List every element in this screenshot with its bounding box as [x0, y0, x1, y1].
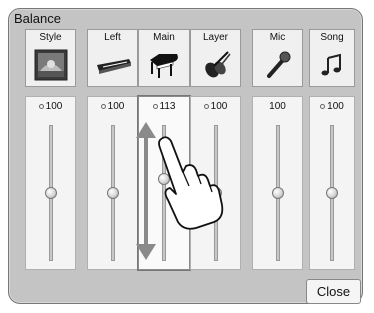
fader-strip-mic[interactable]: 100 [252, 96, 303, 270]
fader-value: 100 [107, 101, 125, 112]
default-indicator-dot [152, 104, 158, 109]
fader-value: 113 [159, 101, 176, 112]
default-indicator-dot [100, 104, 106, 109]
fader-track[interactable] [162, 125, 166, 261]
fader-knob[interactable] [44, 187, 57, 199]
default-indicator-dot [320, 104, 326, 109]
channel-label: Main [153, 32, 175, 43]
default-indicator-dot [38, 104, 44, 109]
microphone-icon [260, 48, 296, 82]
channel-label: Mic [269, 32, 286, 43]
channel-label: Song [320, 32, 344, 43]
channel-header-song[interactable]: Song [309, 29, 355, 87]
channel-label: Layer [202, 32, 228, 43]
channel-header-main[interactable]: Main [138, 29, 190, 87]
fader-value: 100 [45, 101, 63, 112]
fader-value: 100 [210, 101, 228, 112]
strings-icon [198, 48, 234, 82]
channel-header-row: Style Left Main Layer Mic Song [0, 29, 374, 87]
fader-knob[interactable] [106, 187, 119, 199]
fader-value: 100 [269, 101, 286, 112]
channel-label: Left [104, 32, 121, 43]
fader-knob[interactable] [326, 187, 338, 199]
keyboard-icon [95, 48, 131, 82]
fader-strip-main[interactable]: 113 [138, 96, 190, 270]
fader-strip-style[interactable]: 100 [25, 96, 76, 270]
style-photo-icon [33, 48, 69, 82]
channel-header-layer[interactable]: Layer [190, 29, 241, 87]
fader-strip-song[interactable]: 100 [309, 96, 355, 270]
default-indicator-dot [203, 104, 209, 109]
fader-value: 100 [327, 101, 344, 112]
close-button[interactable]: Close [306, 279, 361, 304]
channel-label: Style [39, 32, 62, 43]
fader-knob[interactable] [271, 187, 284, 199]
fader-strip-layer[interactable]: 100 [190, 96, 241, 270]
music-note-icon [314, 48, 350, 82]
channel-header-mic[interactable]: Mic [252, 29, 303, 87]
grand-piano-icon [146, 48, 182, 82]
channel-header-left[interactable]: Left [87, 29, 138, 87]
fader-strip-left[interactable]: 100 [87, 96, 138, 270]
fader-knob[interactable] [209, 187, 222, 199]
channel-header-style[interactable]: Style [25, 29, 76, 87]
dialog-title: Balance [14, 11, 61, 26]
fader-knob[interactable] [158, 173, 170, 186]
